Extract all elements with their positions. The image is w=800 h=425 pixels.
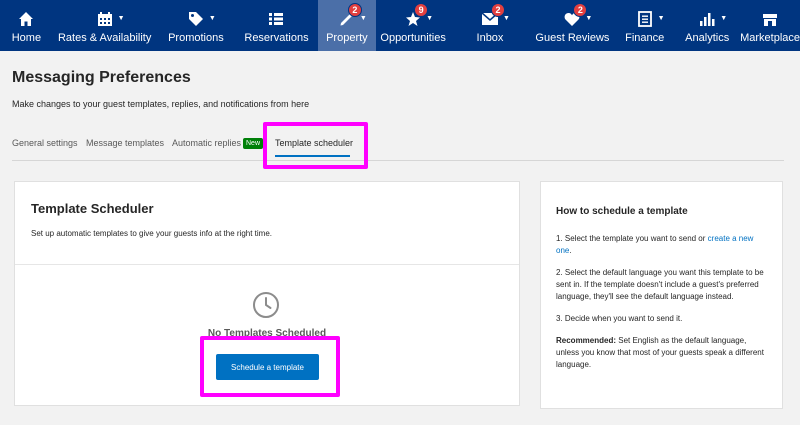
help-title: How to schedule a template — [556, 206, 688, 217]
home-icon — [15, 10, 37, 28]
nav-item-finance[interactable]: ▼ Finance — [615, 0, 674, 51]
help-step-1-text: 1. Select the template you want to send … — [556, 234, 708, 243]
tab-message-templates[interactable]: Message templates — [86, 138, 164, 148]
help-panel: How to schedule a template 1. Select the… — [540, 181, 783, 409]
recommended-label: Recommended: — [556, 336, 617, 345]
chevron-down-icon: ▼ — [720, 15, 728, 22]
envelope-icon: 2 ▼ — [479, 3, 510, 28]
nav-label-marketplace: Marketplace — [740, 32, 800, 44]
nav-item-home[interactable]: Home — [0, 0, 53, 51]
nav-label-rates: Rates & Availability — [57, 32, 152, 44]
bar-chart-icon: ▼ — [696, 10, 727, 28]
chevron-down-icon: ▼ — [657, 15, 665, 22]
nav-item-inbox[interactable]: 2 ▼ Inbox — [450, 0, 530, 51]
tab-general-settings[interactable]: General settings — [12, 138, 78, 148]
list-icon — [265, 10, 287, 28]
chevron-down-icon: ▼ — [359, 15, 367, 22]
help-step-1: 1. Select the template you want to send … — [556, 233, 767, 257]
star-icon: 9 ▼ — [402, 3, 433, 28]
help-step-1-end: . — [569, 246, 572, 255]
nav-label-guest-reviews: Guest Reviews — [535, 32, 610, 44]
tab-bar: General settings Message templates Autom… — [12, 128, 784, 161]
help-step-3: 3. Decide when you want to send it. — [556, 314, 683, 323]
nav-label-property: Property — [326, 32, 368, 44]
chevron-down-icon: ▼ — [585, 15, 593, 22]
highlight-box-button — [200, 336, 340, 397]
nav-item-analytics[interactable]: ▼ Analytics — [674, 0, 740, 51]
new-badge: New — [243, 138, 264, 149]
top-navigation: Home ▼ Rates & Availability ▼ Promotions… — [0, 0, 800, 51]
highlight-box-tab — [263, 122, 368, 169]
tab-automatic-replies[interactable]: Automatic replies — [172, 138, 241, 148]
nav-item-opportunities[interactable]: 9 ▼ Opportunities — [376, 0, 450, 51]
scheduler-title: Template Scheduler — [31, 201, 154, 216]
chevron-down-icon: ▼ — [426, 15, 434, 22]
pencil-icon: 2 ▼ — [336, 3, 367, 28]
nav-item-reservations[interactable]: Reservations — [235, 0, 317, 51]
nav-label-finance: Finance — [625, 32, 665, 44]
nav-label-analytics: Analytics — [685, 32, 730, 44]
nav-item-guest-reviews[interactable]: 2 ▼ Guest Reviews — [530, 0, 615, 51]
nav-item-rates-availability[interactable]: ▼ Rates & Availability — [53, 0, 157, 51]
nav-label-reservations: Reservations — [244, 32, 309, 44]
page-title: Messaging Preferences — [12, 69, 191, 86]
nav-label-promotions: Promotions — [168, 32, 224, 44]
heart-icon: 2 ▼ — [561, 3, 592, 28]
help-step-2: 2. Select the default language you want … — [556, 268, 764, 301]
scheduler-description: Set up automatic templates to give your … — [31, 229, 273, 238]
help-recommendation: Recommended: Set English as the default … — [556, 335, 767, 371]
chevron-down-icon: ▼ — [502, 15, 510, 22]
nav-label-home: Home — [11, 32, 42, 44]
nav-item-marketplace[interactable]: Marketplace — [740, 0, 800, 51]
clock-icon — [252, 291, 280, 319]
nav-item-promotions[interactable]: ▼ Promotions — [157, 0, 236, 51]
nav-item-property[interactable]: 2 ▼ Property — [317, 0, 377, 51]
nav-label-opportunities: Opportunities — [380, 32, 446, 44]
store-icon — [759, 10, 781, 28]
card-divider — [15, 264, 519, 265]
chevron-down-icon: ▼ — [117, 15, 125, 22]
page-subtitle: Make changes to your guest templates, re… — [12, 99, 310, 109]
calendar-icon: ▼ — [94, 10, 125, 28]
tag-icon: ▼ — [185, 10, 216, 28]
document-icon: ▼ — [634, 10, 665, 28]
chevron-down-icon: ▼ — [208, 15, 216, 22]
nav-label-inbox: Inbox — [476, 32, 504, 44]
